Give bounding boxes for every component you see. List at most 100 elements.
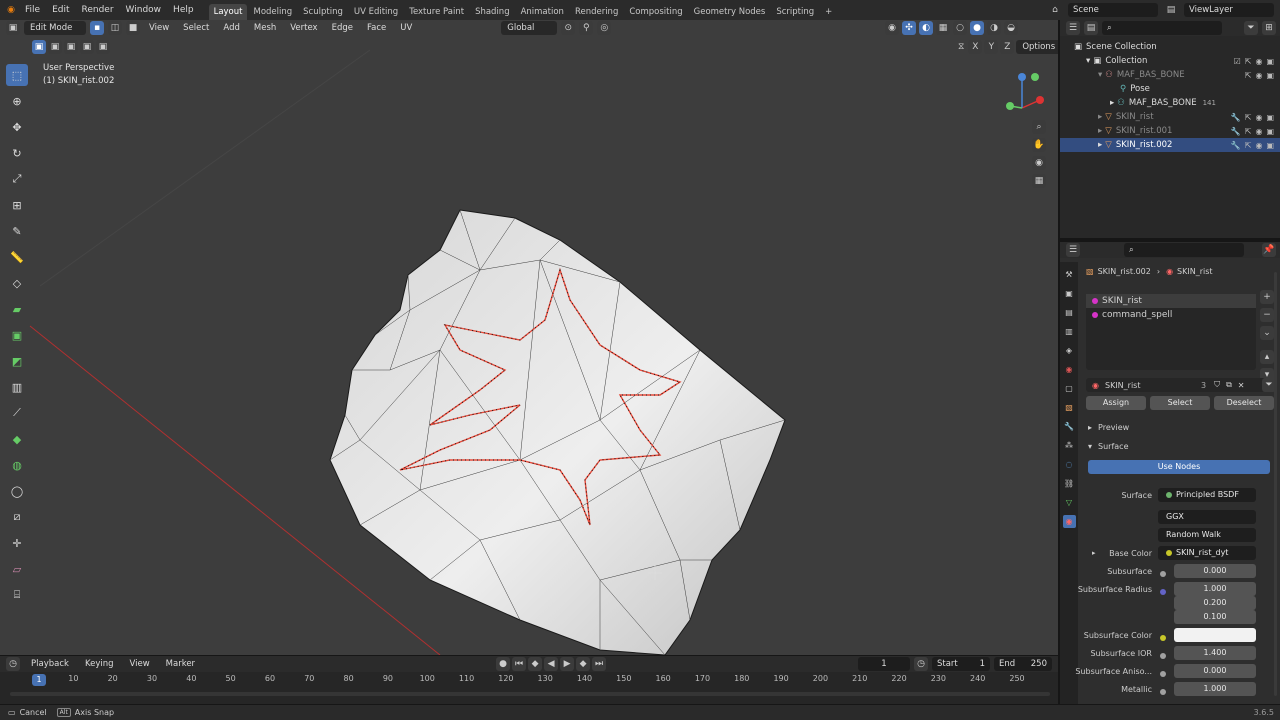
editor-type-icon[interactable]: ▣ (6, 21, 20, 35)
preview-range-icon[interactable]: ◷ (914, 657, 928, 671)
select-invert-icon[interactable]: ▣ (80, 40, 94, 54)
eye-icon[interactable]: ◉ (1255, 71, 1262, 80)
viewport-menu-add[interactable]: Add (218, 23, 244, 33)
start-frame-field[interactable]: Start 1 (932, 657, 990, 671)
annotate-tool-icon[interactable]: ✎ (6, 220, 28, 242)
duplicate-material-icon[interactable]: ⧉ (1226, 380, 1232, 390)
viewport-menu-mesh[interactable]: Mesh (249, 23, 281, 33)
outliner-row-collection[interactable]: ▾ ▣ Collection ☑ ⇱ ◉ ▣ (1060, 54, 1280, 68)
outliner-row-skin-rist-001[interactable]: ▸ ▽ SKIN_rist.001 🔧 ⇱ ◉ ▣ (1060, 124, 1280, 138)
knife-tool-icon[interactable]: ⟋ (6, 402, 28, 424)
select-subtract-icon[interactable]: ▣ (64, 40, 78, 54)
select-intersect-icon[interactable]: ▣ (96, 40, 110, 54)
particles-tab-icon[interactable]: ⁂ (1063, 439, 1076, 452)
timeline-menu-view[interactable]: View (125, 659, 155, 669)
xray-icon[interactable]: ▦ (936, 21, 950, 35)
assign-button[interactable]: Assign (1086, 396, 1146, 410)
subsurface-radius-z-field[interactable]: 0.100 (1174, 610, 1256, 624)
viewport-menu-view[interactable]: View (144, 23, 174, 33)
subsurface-ior-field[interactable]: 1.400 (1174, 646, 1256, 660)
subsurface-field[interactable]: 0.000 (1174, 564, 1256, 578)
timeline-scrollbar[interactable] (10, 692, 1050, 696)
selectable-icon[interactable]: ⇱ (1245, 113, 1252, 122)
viewport-menu-face[interactable]: Face (362, 23, 391, 33)
menu-edit[interactable]: Edit (47, 0, 74, 20)
modifier-icon[interactable]: 🔧 (1231, 141, 1241, 150)
edge-slide-tool-icon[interactable]: ⧄ (6, 506, 28, 528)
outliner-row-pose[interactable]: ⚲ Pose (1060, 82, 1280, 96)
record-icon[interactable]: ● (496, 657, 511, 671)
playhead[interactable]: 1 (32, 674, 46, 686)
transform-orientation-selector[interactable]: Global (501, 21, 558, 35)
current-frame-field[interactable]: 1 (858, 657, 910, 671)
timeline-menu-marker[interactable]: Marker (161, 659, 200, 669)
timeline-editor-icon[interactable]: ◷ (6, 657, 20, 671)
move-tool-icon[interactable]: ✥ (6, 116, 28, 138)
view-layer-tab-icon[interactable]: ▥ (1063, 325, 1076, 338)
world-tab-icon[interactable]: ◉ (1063, 363, 1076, 376)
add-slot-icon[interactable]: + (1260, 290, 1274, 304)
add-cube-tool-icon[interactable]: ◇ (6, 272, 28, 294)
outliner-search-input[interactable]: ⌕ (1102, 21, 1222, 35)
play-reverse-icon[interactable]: ◀ (544, 657, 559, 671)
subsurface-method-dropdown[interactable]: Random Walk (1158, 528, 1256, 542)
workspace-tab-layout[interactable]: Layout (208, 4, 248, 20)
menu-file[interactable]: File (20, 0, 45, 20)
zoom-icon[interactable]: ⌕ (1032, 120, 1046, 134)
outliner-row-skin-rist-002[interactable]: ▸ ▽ SKIN_rist.002 🔧 ⇱ ◉ ▣ (1060, 138, 1280, 152)
camera-icon[interactable]: ▣ (1266, 71, 1274, 80)
socket-icon[interactable] (1160, 635, 1166, 641)
mirror-y-toggle[interactable]: Y (984, 40, 999, 54)
metallic-field[interactable]: 1.000 (1174, 682, 1256, 696)
timeline[interactable]: ◷ Playback Keying View Marker ● ⏮ ◆ ◀ ▶ … (0, 656, 1058, 704)
jump-keyframe-forward-icon[interactable]: ◆ (576, 657, 591, 671)
loop-cut-tool-icon[interactable]: ▥ (6, 376, 28, 398)
jump-end-icon[interactable]: ⏭ (592, 657, 607, 671)
pivot-icon[interactable]: ⊙ (561, 21, 576, 35)
modifier-tab-icon[interactable]: 🔧 (1063, 420, 1076, 433)
material-slots-list[interactable]: SKIN_rist command_spell (1086, 294, 1256, 370)
viewport-menu-vertex[interactable]: Vertex (285, 23, 322, 33)
collection-tab-icon[interactable]: ▢ (1063, 382, 1076, 395)
socket-icon[interactable] (1160, 689, 1166, 695)
outliner-editor-icon[interactable]: ☰ (1066, 21, 1080, 35)
camera-icon[interactable]: ▣ (1266, 127, 1274, 136)
add-workspace-button[interactable]: + (820, 4, 837, 20)
constraints-tab-icon[interactable]: ⛓ (1063, 477, 1076, 490)
workspace-tab-compositing[interactable]: Compositing (624, 4, 687, 20)
base-color-field[interactable]: SKIN_rist_dyt (1158, 546, 1256, 560)
select-extend-icon[interactable]: ▣ (48, 40, 62, 54)
viewport-canvas[interactable] (0, 20, 1058, 655)
blender-logo-icon[interactable]: ◉ (4, 3, 18, 17)
poly-build-tool-icon[interactable]: ◆ (6, 428, 28, 450)
deselect-button[interactable]: Deselect (1214, 396, 1274, 410)
viewport-menu-uv[interactable]: UV (395, 23, 417, 33)
frame-ruler[interactable]: 1102030405060708090100110120130140150160… (0, 674, 1058, 686)
scale-tool-icon[interactable]: ⤢ (6, 168, 28, 190)
subsurface-color-swatch[interactable] (1174, 628, 1256, 642)
move-slot-up-icon[interactable]: ▴ (1260, 350, 1274, 364)
mode-selector[interactable]: Edit Mode (24, 21, 86, 35)
snap-icon[interactable]: ⚲ (579, 21, 594, 35)
checkbox-icon[interactable]: ☑ (1234, 57, 1241, 66)
workspace-tab-animation[interactable]: Animation (516, 4, 569, 20)
properties-editor[interactable]: ☰ ⌕ 📌 ⚒ ▣ ▤ ▥ ◈ ◉ ▢ ▧ 🔧 ⁂ ◌ ⛓ ▽ ◉ ▧ SKIN… (1060, 242, 1280, 704)
camera-view-icon[interactable]: ◉ (1032, 156, 1046, 170)
solid-shading-icon[interactable]: ● (970, 21, 984, 35)
use-nodes-button[interactable]: Use Nodes (1088, 460, 1270, 474)
subsurface-radius-y-field[interactable]: 0.200 (1174, 596, 1256, 610)
shear-tool-icon[interactable]: ▱ (6, 558, 28, 580)
select-box-tool-icon[interactable]: ⬚ (6, 64, 28, 86)
subsurface-anisotropy-field[interactable]: 0.000 (1174, 664, 1256, 678)
viewport-menu-select[interactable]: Select (178, 23, 214, 33)
options-dropdown[interactable]: Options (1016, 40, 1058, 54)
material-shading-icon[interactable]: ◑ (987, 21, 1001, 35)
tool-tab-icon[interactable]: ⚒ (1063, 268, 1076, 281)
inset-tool-icon[interactable]: ▣ (6, 324, 28, 346)
properties-editor-icon[interactable]: ☰ (1066, 243, 1080, 257)
material-browse-icon[interactable]: ◉ (1092, 381, 1099, 390)
outliner-row-armature[interactable]: ▾ ⚇ MAF_BAS_BONE ⇱ ◉ ▣ (1060, 68, 1280, 82)
surface-shader-field[interactable]: Principled BSDF (1158, 488, 1256, 502)
visibility-icon[interactable]: ◉ (885, 21, 899, 35)
slot-specials-icon[interactable]: ⌄ (1260, 326, 1274, 340)
